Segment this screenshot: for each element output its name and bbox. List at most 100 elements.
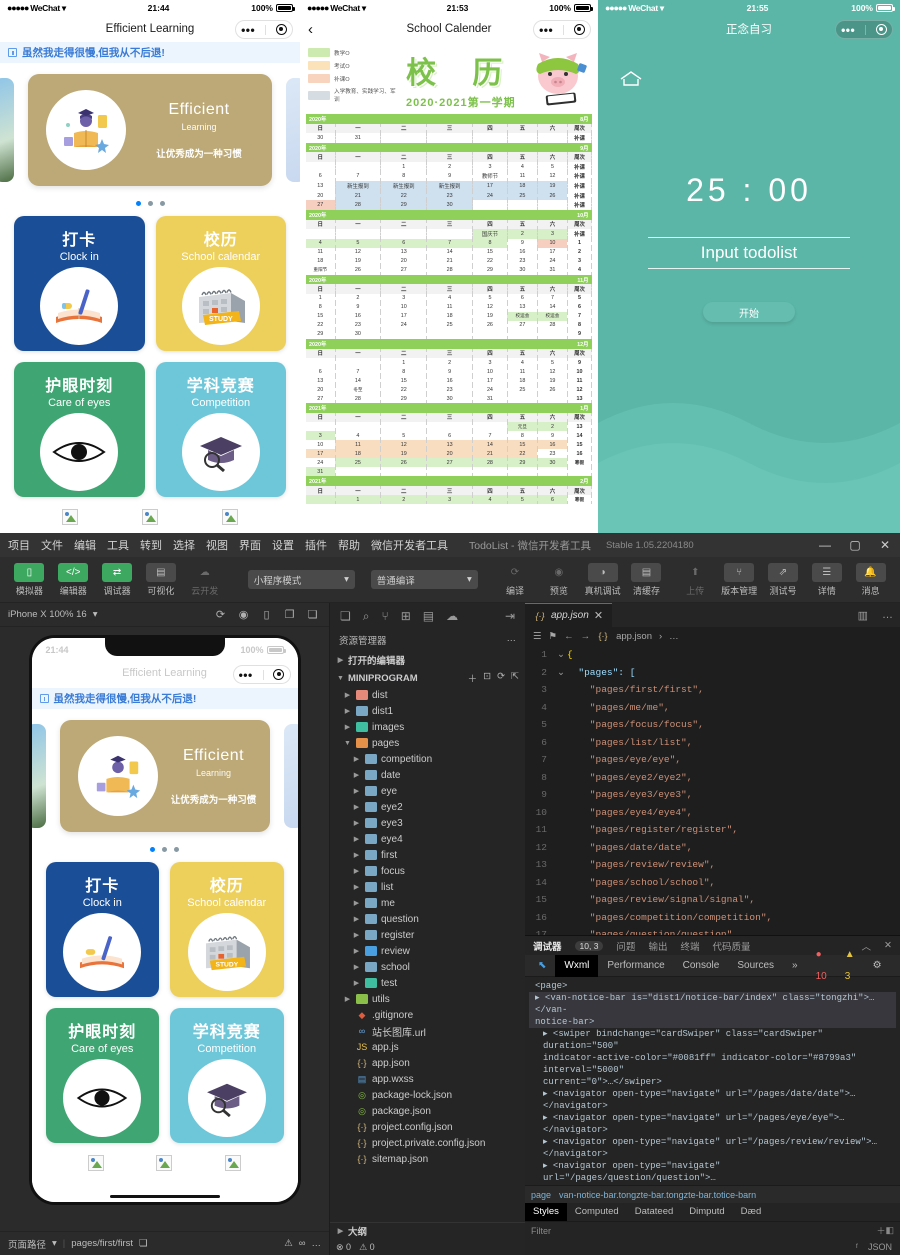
code-line[interactable]: 13 "pages/review/review",: [525, 856, 900, 874]
chevron-right-icon[interactable]: ▶: [352, 963, 361, 971]
wxml-node[interactable]: ▸ <navigator open-type="navigate" url="/…: [529, 1160, 896, 1184]
swiper-dot-2[interactable]: [148, 201, 153, 206]
menu-item-help[interactable]: 帮助: [338, 537, 360, 553]
mode-select[interactable]: 小程序模式▾: [248, 570, 355, 589]
tree-item[interactable]: JSapp.js: [330, 1039, 525, 1055]
rotate-icon[interactable]: ▯: [258, 608, 275, 621]
kebab-icon[interactable]: ⋮: [891, 955, 900, 977]
problems-status[interactable]: ⊗ 0 ⚠ 0: [330, 1239, 525, 1255]
more-icon[interactable]: …: [507, 633, 517, 647]
tree-item[interactable]: {·}sitemap.json: [330, 1151, 525, 1167]
layers-icon[interactable]: ▤: [631, 563, 661, 582]
fold-icon[interactable]: [555, 909, 567, 927]
head-tab-problems[interactable]: 问题: [616, 939, 635, 953]
code-icon[interactable]: </>: [58, 563, 88, 582]
chevron-right-icon[interactable]: ▶: [343, 707, 352, 715]
new-folder-icon[interactable]: ⊡: [483, 671, 491, 685]
devtools-title[interactable]: 调试器: [533, 939, 562, 953]
tree-item[interactable]: ∞站长图库.url: [330, 1023, 525, 1039]
gear-icon[interactable]: ⚙: [864, 955, 891, 977]
refresh-icon[interactable]: ⟳: [497, 671, 505, 685]
add-rule-icon[interactable]: ＋: [876, 1224, 885, 1237]
toggle-icon[interactable]: ◧: [885, 1225, 894, 1236]
collapse-icon[interactable]: ⇱: [511, 671, 519, 685]
device-select[interactable]: iPhone X 100% 16: [8, 609, 87, 620]
code-line[interactable]: 12 "pages/date/date",: [525, 839, 900, 857]
code-line[interactable]: 3 "pages/first/first",: [525, 681, 900, 699]
menu-icon[interactable]: ☰: [812, 563, 842, 582]
chevron-right-icon[interactable]: ▶: [352, 851, 361, 859]
tabbar-broken-icons[interactable]: [0, 497, 300, 525]
tabbar-broken-icons[interactable]: [32, 1143, 298, 1171]
close-icon[interactable]: ✕: [870, 533, 900, 557]
mini-program-preview[interactable]: 21:44 100% Efficient Learning •••: [32, 638, 298, 1202]
head-tab-quality[interactable]: 代码质量: [712, 939, 750, 953]
tile-care-of-eyes[interactable]: 护眼时刻Care of eyes: [14, 362, 145, 497]
outline-section[interactable]: ▶ 大纲: [330, 1222, 525, 1239]
close-icon[interactable]: ✕: [594, 609, 603, 622]
fold-icon[interactable]: [555, 926, 567, 935]
warn-icon[interactable]: ⚠: [284, 1238, 293, 1249]
tab-datateed[interactable]: Datateed: [627, 1203, 682, 1221]
chevron-down-icon[interactable]: ▾: [52, 1238, 57, 1249]
chevron-down-icon[interactable]: ▾: [93, 609, 98, 620]
tree-item[interactable]: ▶me: [330, 895, 525, 911]
split-editor-icon[interactable]: ▥: [851, 609, 875, 622]
code-line[interactable]: 7 "pages/eye/eye",: [525, 751, 900, 769]
menu-item-goto[interactable]: 转到: [140, 537, 162, 553]
card-swiper[interactable]: Efficient Learning 让优秀成为一种习惯: [0, 74, 300, 189]
code-line[interactable]: 16 "pages/competition/competition",: [525, 909, 900, 927]
menu-item-edit[interactable]: 编辑: [74, 537, 96, 553]
chevron-right-icon[interactable]: ▶: [352, 819, 361, 827]
chevron-right-icon[interactable]: ▶: [352, 803, 361, 811]
chevron-right-icon[interactable]: ▶: [336, 1227, 345, 1235]
head-tab-output[interactable]: 输出: [648, 939, 667, 953]
editor-tab-app-json[interactable]: {·} app.json ✕: [525, 603, 612, 627]
code-line[interactable]: 15 "pages/review/signal/signal",: [525, 891, 900, 909]
fold-icon[interactable]: [555, 699, 567, 717]
swiper-next-card[interactable]: [284, 724, 298, 828]
broken-image-icon[interactable]: [62, 509, 78, 525]
chevron-right-icon[interactable]: ▶: [352, 771, 361, 779]
tab-computed[interactable]: Computed: [567, 1203, 627, 1221]
tile-competition[interactable]: 学科竞赛Competition: [170, 1008, 284, 1143]
link-icon[interactable]: ∞: [299, 1238, 306, 1249]
tile-school-calendar[interactable]: 校历School calendar: [170, 862, 284, 997]
project-section[interactable]: ▼ MINIPROGRAM ＋ ⊡ ⟳ ⇱: [330, 669, 525, 687]
open-editors-section[interactable]: ▶ 打开的编辑器: [330, 651, 525, 669]
toolbar-device-debug[interactable]: ◑ 真机调试: [583, 563, 622, 597]
fold-icon[interactable]: [555, 734, 567, 752]
broken-image-icon[interactable]: [142, 509, 158, 525]
menu-icon[interactable]: ☰: [533, 631, 542, 642]
minimize-icon[interactable]: —: [810, 533, 840, 557]
fold-icon[interactable]: [555, 856, 567, 874]
wxml-node[interactable]: ▸ <navigator open-type="navigate" url="/…: [529, 1088, 896, 1112]
chevron-right-icon[interactable]: ▶: [352, 787, 361, 795]
breadcrumb-file[interactable]: app.json: [616, 631, 652, 642]
code-line[interactable]: 1⌄{: [525, 646, 900, 664]
menu-item-plugins[interactable]: 插件: [305, 537, 327, 553]
code-line[interactable]: 2⌄ "pages": [: [525, 664, 900, 682]
record-icon[interactable]: ◉: [235, 608, 252, 621]
swiper-dot-1[interactable]: [136, 201, 141, 206]
tree-item[interactable]: ◆.gitignore: [330, 1007, 525, 1023]
extensions-icon[interactable]: ⊞: [401, 609, 411, 623]
tree-item[interactable]: ▤app.wxss: [330, 1071, 525, 1087]
code-line[interactable]: 11 "pages/register/register",: [525, 821, 900, 839]
chevron-right-icon[interactable]: ▶: [336, 656, 345, 664]
tree-item[interactable]: ▶question: [330, 911, 525, 927]
swiper-active-card[interactable]: Efficient Learning 让优秀成为一种习惯: [60, 720, 270, 832]
chevron-right-icon[interactable]: ▶: [343, 995, 352, 1003]
chevron-right-icon[interactable]: ▶: [352, 979, 361, 987]
menu-item-tools[interactable]: 工具: [107, 537, 129, 553]
wxml-node[interactable]: ▸ <van-notice-bar is="dist1/notice-bar/i…: [529, 992, 896, 1016]
debug-icon[interactable]: ⇄: [102, 563, 132, 582]
chevron-right-icon[interactable]: ▶: [352, 899, 361, 907]
tile-competition[interactable]: 学科竞赛Competition: [156, 362, 287, 497]
tree-item[interactable]: ▶test: [330, 975, 525, 991]
fold-icon[interactable]: ⌄: [555, 646, 567, 664]
toolbar-editor[interactable]: </> 编辑器: [54, 563, 93, 597]
external-icon[interactable]: ⇗: [768, 563, 798, 582]
code-line[interactable]: 4 "pages/me/me",: [525, 699, 900, 717]
toolbar-details[interactable]: ☰ 详情: [807, 563, 846, 597]
